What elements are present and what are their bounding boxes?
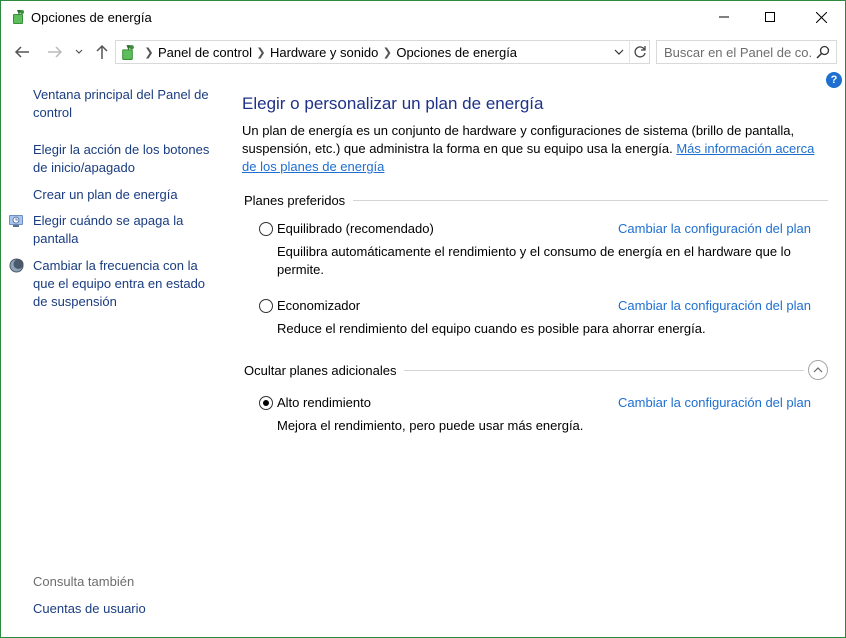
plan-power-saver-radio[interactable] [259,299,273,313]
close-icon [815,11,827,23]
hide-additional-plans-label[interactable]: Ocultar planes adicionales [244,363,404,378]
plan-balanced: Equilibrado (recomendado) Cambiar la con… [258,220,830,277]
minimize-button[interactable] [701,1,747,33]
address-dropdown-button[interactable] [610,41,628,63]
power-options-icon [13,10,24,24]
divider [404,369,804,371]
arrow-right-icon [48,46,63,58]
plan-power-saver-change-link[interactable]: Cambiar la configuración del plan [618,298,811,313]
sidebar-item-display-off[interactable]: Elegir cuándo se apaga la pantalla [33,212,217,248]
plan-high-performance-radio[interactable] [259,396,273,410]
maximize-button[interactable] [747,1,793,33]
sidebar-item-control-panel-home[interactable]: Ventana principal del Panel de control [33,86,217,122]
plan-power-saver-description: Reduce el rendimiento del equipo cuando … [277,321,706,336]
plan-high-performance-name[interactable]: Alto rendimiento [277,395,371,410]
title-bar: Opciones de energía [1,1,845,33]
maximize-icon [765,12,775,22]
intro-text: Un plan de energía es un conjunto de har… [242,122,822,176]
plan-balanced-radio[interactable] [259,222,273,236]
sidebar-item-sleep-frequency[interactable]: Cambiar la frecuencia con la que el equi… [33,257,217,311]
moon-sleep-icon [9,258,24,273]
preferred-plans-label: Planes preferidos [244,192,346,208]
chevron-up-icon [813,367,823,373]
chevron-right-icon[interactable]: ❯ [378,46,396,59]
plan-power-saver-name[interactable]: Economizador [277,298,360,313]
chevron-down-icon [75,49,83,54]
breadcrumb-panel-de-control[interactable]: Panel de control [158,45,252,60]
chevron-down-icon [614,49,624,55]
breadcrumb-hardware-y-sonido[interactable]: Hardware y sonido [270,45,378,60]
navigation-bar: ❯ Panel de control ❯ Hardware y sonido ❯… [1,37,845,67]
address-bar[interactable]: ❯ Panel de control ❯ Hardware y sonido ❯… [115,40,650,64]
plan-high-performance-change-link[interactable]: Cambiar la configuración del plan [618,395,811,410]
search-input[interactable] [657,41,812,63]
sidebar-item-power-buttons[interactable]: Elegir la acción de los botones de inici… [33,141,217,177]
up-button[interactable] [91,41,113,63]
recent-locations-button[interactable] [73,41,85,63]
additional-plans-header: Ocultar planes adicionales [244,360,828,380]
help-icon[interactable]: ? [826,72,842,88]
sidebar-item-user-accounts[interactable]: Cuentas de usuario [33,600,217,618]
plan-power-saver: Economizador Cambiar la configuración de… [258,297,830,336]
monitor-clock-icon [9,215,23,227]
chevron-right-icon[interactable]: ❯ [140,46,158,59]
see-also-label: Consulta también [33,574,135,589]
minimize-icon [719,16,729,18]
forward-button[interactable] [44,41,66,63]
plan-balanced-change-link[interactable]: Cambiar la configuración del plan [618,221,811,236]
chevron-right-icon[interactable]: ❯ [252,46,270,59]
divider [353,199,828,201]
plan-balanced-name[interactable]: Equilibrado (recomendado) [277,221,434,236]
plan-high-performance-description: Mejora el rendimiento, pero puede usar m… [277,418,584,433]
preferred-plans-header: Planes preferidos [244,191,828,209]
left-task-pane: Ventana principal del Panel de control E… [1,77,223,637]
collapse-button[interactable] [808,360,828,380]
arrow-left-icon [14,46,29,58]
breadcrumb-opciones-de-energia[interactable]: Opciones de energía [396,45,517,60]
power-options-icon [122,45,134,60]
search-box[interactable] [656,40,837,64]
page-title: Elegir o personalizar un plan de energía [242,94,544,113]
refresh-icon [634,46,646,58]
refresh-button[interactable] [629,41,650,63]
close-button[interactable] [798,1,844,33]
back-button[interactable] [11,41,33,63]
window-title: Opciones de energía [31,10,152,25]
arrow-up-icon [96,44,108,59]
search-icon[interactable] [814,44,832,60]
plan-high-performance: Alto rendimiento Cambiar la configuració… [258,394,830,433]
plan-balanced-description: Equilibra automáticamente el rendimiento… [277,244,791,277]
power-options-window: Opciones de energía ❯ Panel de control ❯… [0,0,846,638]
sidebar-item-create-plan[interactable]: Crear un plan de energía [33,186,217,204]
breadcrumb: ❯ Panel de control ❯ Hardware y sonido ❯… [140,41,517,63]
